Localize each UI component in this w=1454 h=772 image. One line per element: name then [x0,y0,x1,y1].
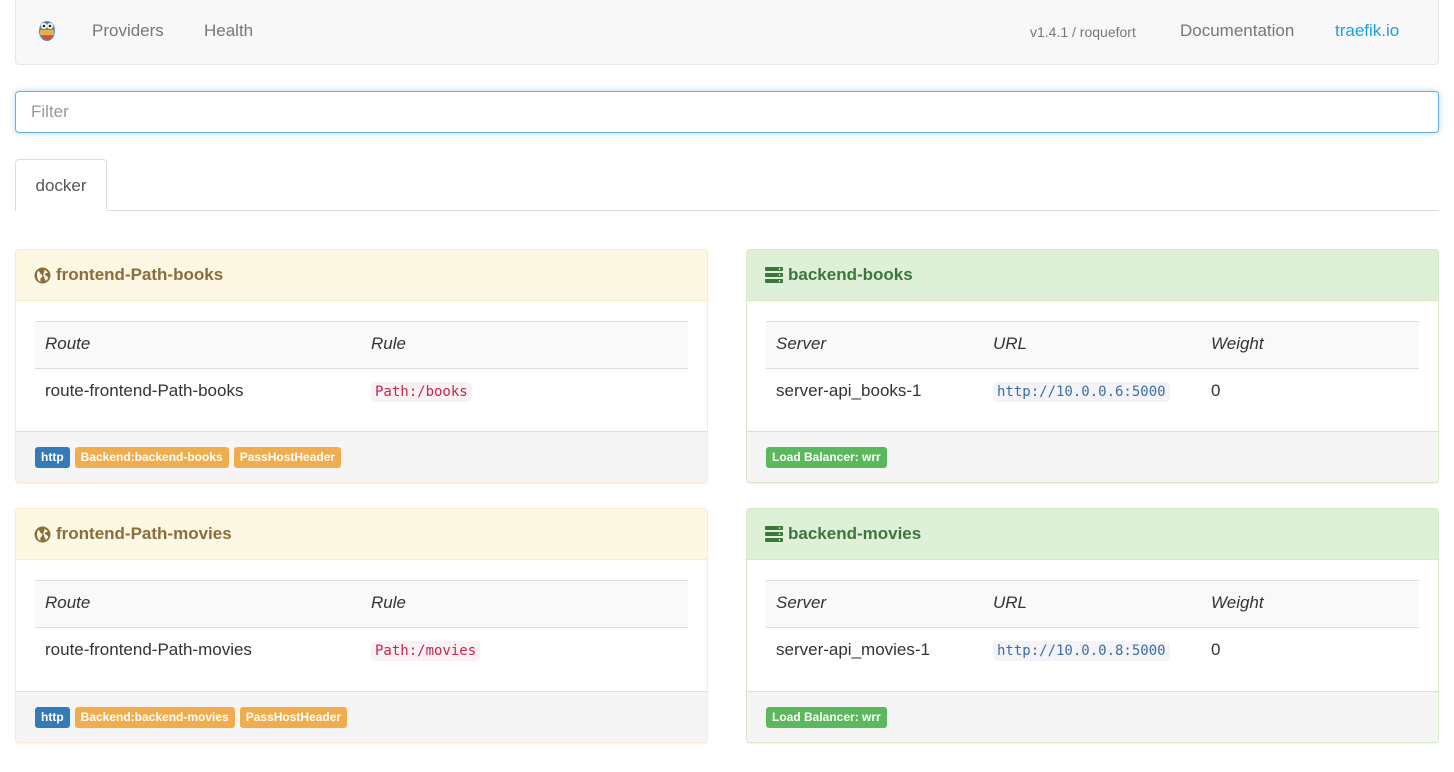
version-text: v1.4.1 / roquefort [1030,24,1136,40]
table-row: route-frontend-Path-books Path:/books [35,369,688,415]
col-server-header: Server [776,334,827,353]
url-cell: http://10.0.0.6:5000 [993,381,1170,402]
passhostheader-label: PassHostHeader [239,706,348,728]
tabs-divider [15,210,1439,211]
backend-panel-heading: backend-movies [747,509,1438,560]
col-rule-header: Rule [371,593,406,612]
rule-code: Path:/movies [371,641,481,661]
col-route-header: Route [45,334,91,353]
nav-documentation[interactable]: Documentation [1180,21,1294,41]
tab-docker[interactable]: docker [15,159,107,211]
col-rule-header: Rule [371,334,406,353]
frontend-panel: frontend-Path-movies Route Rule route-fr… [15,508,708,743]
frontend-routes-table: Route Rule route-frontend-Path-movies Pa… [35,580,688,674]
frontend-panel: frontend-Path-books Route Rule route-fro… [15,249,708,483]
nav-providers[interactable]: Providers [92,21,164,41]
frontend-panel-footer: http Backend:backend-books PassHostHeade… [16,431,707,482]
server-weight: 0 [1211,381,1221,400]
col-weight-header: Weight [1211,593,1264,612]
backend-panel: backend-books Server URL Weight server-a… [746,249,1439,483]
entrypoint-label: http [35,706,70,728]
col-url-header: URL [993,334,1028,353]
load-balancer-label: Load Balancer: wrr [766,706,887,728]
nav-health[interactable]: Health [204,21,253,41]
route-name: route-frontend-Path-movies [45,640,252,659]
server-url[interactable]: http://10.0.0.8:5000 [993,641,1170,661]
route-name: route-frontend-Path-books [45,381,244,400]
table-row: route-frontend-Path-movies Path:/movies [35,628,688,674]
backend-panel-footer: Load Balancer: wrr [747,431,1438,482]
frontend-panel-footer: http Backend:backend-movies PassHostHead… [16,691,707,742]
frontend-panel-heading: frontend-Path-movies [16,509,707,560]
server-weight: 0 [1211,640,1221,659]
backend-servers-table: Server URL Weight server-api_books-1 htt… [766,321,1419,415]
frontend-panel-heading: frontend-Path-books [16,250,707,301]
table-row: server-api_movies-1 http://10.0.0.8:5000… [766,628,1419,674]
rule-cell: Path:/movies [371,640,481,661]
table-header: Server URL Weight [766,321,1419,369]
globe-icon [34,267,51,283]
server-name: server-api_books-1 [776,381,922,400]
frontend-name: frontend-Path-movies [56,524,232,543]
url-cell: http://10.0.0.8:5000 [993,640,1170,661]
traefik-logo-icon[interactable] [36,18,58,42]
backend-name: backend-movies [788,524,922,543]
table-header: Server URL Weight [766,580,1419,628]
backend-name: backend-books [788,265,913,284]
table-header: Route Rule [35,580,688,628]
top-navbar: Providers Health v1.4.1 / roquefort Docu… [15,0,1439,65]
rule-code: Path:/books [371,382,472,402]
frontend-routes-table: Route Rule route-frontend-Path-books Pat… [35,321,688,415]
server-stack-icon [765,526,783,542]
nav-traefik-site-link[interactable]: traefik.io [1335,21,1399,41]
table-header: Route Rule [35,321,688,369]
load-balancer-label: Load Balancer: wrr [766,446,887,468]
frontend-name: frontend-Path-books [56,265,224,284]
backend-label: Backend:backend-books [74,446,229,468]
backend-servers-table: Server URL Weight server-api_movies-1 ht… [766,580,1419,674]
table-row: server-api_books-1 http://10.0.0.6:5000 … [766,369,1419,415]
col-server-header: Server [776,593,827,612]
backend-panel-heading: backend-books [747,250,1438,301]
filter-input[interactable] [15,91,1439,133]
server-stack-icon [765,267,783,283]
col-route-header: Route [45,593,91,612]
backend-panel: backend-movies Server URL Weight server-… [746,508,1439,743]
col-url-header: URL [993,593,1028,612]
entrypoint-label: http [35,446,70,468]
server-name: server-api_movies-1 [776,640,930,659]
rule-cell: Path:/books [371,381,472,402]
backend-label: Backend:backend-movies [74,706,235,728]
globe-icon [34,526,51,542]
col-weight-header: Weight [1211,334,1264,353]
passhostheader-label: PassHostHeader [233,446,342,468]
backend-panel-footer: Load Balancer: wrr [747,691,1438,742]
server-url[interactable]: http://10.0.0.6:5000 [993,382,1170,402]
